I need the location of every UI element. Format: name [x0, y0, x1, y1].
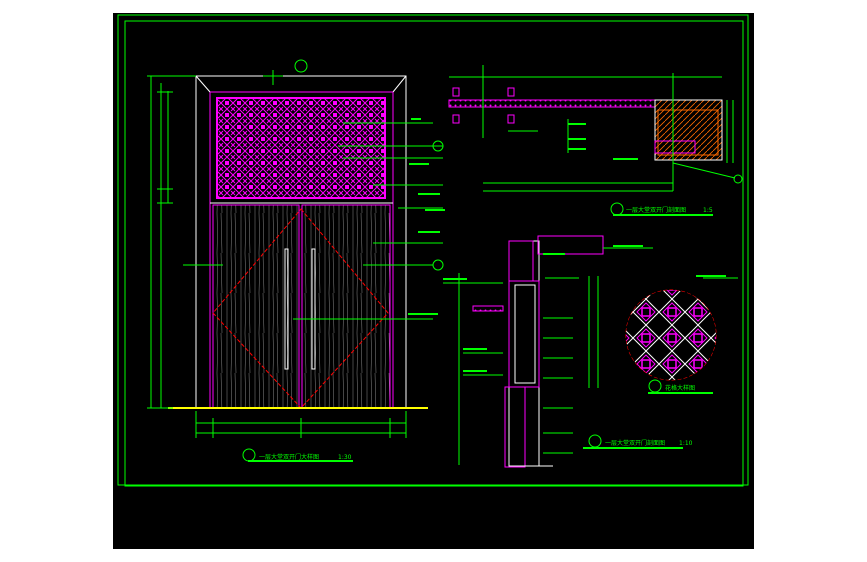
vertical-section-scale: 1:10 [679, 440, 693, 447]
door-leaf-left [212, 204, 300, 409]
plan-section-scale: 1:5 [703, 207, 713, 214]
cad-viewport[interactable]: 一层大堂双开门大样图 1:30 一层大堂双开门剖面图 1:5 一层大堂双开门剖面… [113, 13, 754, 549]
detail-title-marker [648, 379, 662, 393]
door-elevation: 一层大堂双开门大样图 1:30 [147, 59, 444, 462]
elevation-title-marker [242, 448, 256, 462]
section-callout-b [432, 259, 444, 271]
plan-section: 一层大堂双开门剖面图 1:5 [448, 65, 743, 216]
vertical-title-marker [588, 434, 602, 448]
plan-section-title: 一层大堂双开门剖面图 [626, 206, 686, 214]
callout-marker-top [294, 59, 308, 73]
transom-lattice [216, 97, 386, 199]
elevation-scale: 1:30 [338, 454, 352, 461]
cad-drawing: 一层大堂双开门大样图 1:30 一层大堂双开门剖面图 1:5 一层大堂双开门剖面… [117, 14, 749, 487]
vertical-section-title: 一层大堂双开门剖面图 [605, 439, 665, 447]
detail-title: 花格大样图 [665, 384, 695, 392]
plan-section-strip [448, 99, 660, 108]
elevation-title: 一层大堂双开门大样图 [259, 453, 319, 461]
lattice-detail: 花格大样图 [625, 277, 738, 394]
plan-title-marker [610, 202, 624, 216]
